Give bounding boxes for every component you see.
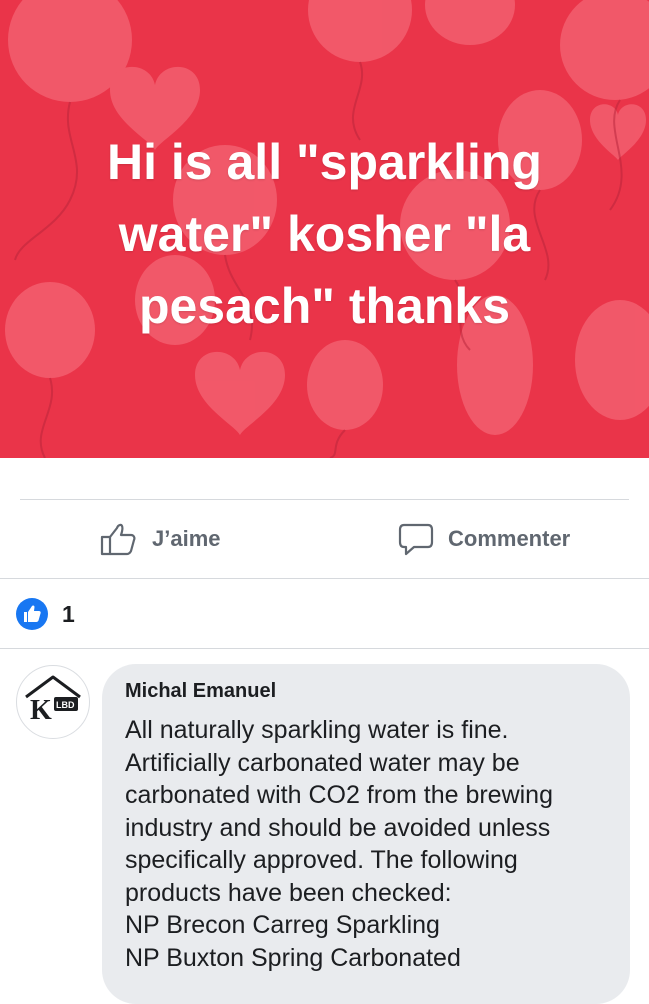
post-banner: Hi is all "sparkling water" kosher "la p… (0, 0, 649, 458)
svg-text:LBD: LBD (56, 700, 75, 710)
divider-actions (0, 578, 649, 579)
thumbs-up-outline-icon (100, 522, 138, 556)
post-text: Hi is all "sparkling water" kosher "la p… (107, 134, 542, 334)
like-reaction-icon (16, 598, 48, 630)
comment-button[interactable]: Commenter (398, 500, 570, 578)
comment-line: industry and should be avoided unless (125, 813, 551, 842)
klbd-logo: K LBD (25, 675, 81, 726)
comment-line: NP Brecon Carreg Sparkling (125, 911, 440, 939)
commenter-avatar[interactable]: K LBD (16, 665, 90, 739)
comment-line: NP Buxton Spring Carbonated (125, 943, 461, 972)
comment-author[interactable]: Michal Emanuel (125, 680, 276, 703)
comment-line: carbonated with CO2 from the brewing (125, 781, 553, 809)
reactions-summary[interactable]: 1 (16, 597, 75, 631)
comment-line: specifically approved. The following (125, 846, 518, 874)
comment-line: Artificially carbonated water may be (125, 748, 520, 777)
svg-text:K: K (30, 695, 52, 726)
comment-line: products have been checked: (125, 878, 452, 907)
reaction-count: 1 (62, 600, 75, 627)
like-button[interactable]: J’aime (100, 500, 221, 578)
comment-line: All naturally sparkling water is fine. (125, 716, 509, 744)
comment-text: All naturally sparkling water is fine. A… (125, 714, 615, 974)
post-action-bar: J’aime Commenter (0, 500, 649, 578)
divider-reactions (0, 648, 649, 649)
comment-bubble: Michal Emanuel All naturally sparkling w… (102, 664, 630, 1004)
like-label: J’aime (152, 526, 221, 551)
comment-label: Commenter (448, 526, 571, 551)
speech-bubble-icon (398, 522, 434, 556)
